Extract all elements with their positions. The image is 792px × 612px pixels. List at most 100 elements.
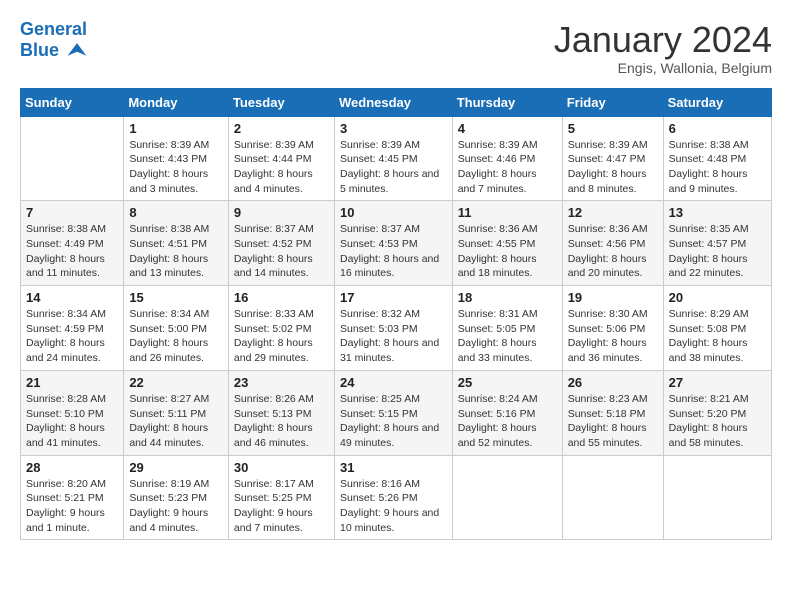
day-info: Sunrise: 8:27 AMSunset: 5:11 PMDaylight:…: [129, 392, 223, 451]
calendar-cell: 22 Sunrise: 8:27 AMSunset: 5:11 PMDayligh…: [124, 370, 229, 455]
calendar-cell: 1 Sunrise: 8:39 AMSunset: 4:43 PMDaylight…: [124, 116, 229, 201]
day-info: Sunrise: 8:34 AMSunset: 5:00 PMDaylight:…: [129, 307, 223, 366]
day-number: 31: [340, 460, 447, 475]
logo-blue-text: Blue: [20, 40, 59, 60]
day-info: Sunrise: 8:39 AMSunset: 4:44 PMDaylight:…: [234, 138, 329, 197]
day-info: Sunrise: 8:21 AMSunset: 5:20 PMDaylight:…: [669, 392, 766, 451]
logo-text: General: [20, 20, 88, 40]
day-info: Sunrise: 8:36 AMSunset: 4:55 PMDaylight:…: [458, 222, 557, 281]
calendar-table: SundayMondayTuesdayWednesdayThursdayFrid…: [20, 88, 772, 541]
day-info: Sunrise: 8:20 AMSunset: 5:21 PMDaylight:…: [26, 477, 118, 536]
day-info: Sunrise: 8:29 AMSunset: 5:08 PMDaylight:…: [669, 307, 766, 366]
calendar-cell: 25Sunrise: 8:24 AMSunset: 5:16 PMDayligh…: [452, 370, 562, 455]
day-number: 4: [458, 121, 557, 136]
day-number: 23: [234, 375, 329, 390]
day-info: Sunrise: 8:23 AMSunset: 5:18 PMDaylight:…: [568, 392, 658, 451]
day-info: Sunrise: 8:19 AMSunset: 5:23 PMDaylight:…: [129, 477, 223, 536]
day-info: Sunrise: 8:39 AMSunset: 4:45 PMDaylight:…: [340, 138, 447, 197]
calendar-cell: 13 Sunrise: 8:35 AMSunset: 4:57 PMDayligh…: [663, 201, 771, 286]
day-info: Sunrise: 8:33 AMSunset: 5:02 PMDaylight:…: [234, 307, 329, 366]
day-info: Sunrise: 8:39 AMSunset: 4:46 PMDaylight:…: [458, 138, 557, 197]
day-info: Sunrise: 8:17 AMSunset: 5:25 PMDaylight:…: [234, 477, 329, 536]
day-number: 5: [568, 121, 658, 136]
col-header-friday: Friday: [562, 88, 663, 116]
calendar-cell: 9 Sunrise: 8:37 AMSunset: 4:52 PMDaylight…: [228, 201, 334, 286]
day-info: Sunrise: 8:38 AMSunset: 4:49 PMDaylight:…: [26, 222, 118, 281]
calendar-cell: 12 Sunrise: 8:36 AMSunset: 4:56 PMDayligh…: [562, 201, 663, 286]
day-number: 13: [669, 205, 766, 220]
day-number: 21: [26, 375, 118, 390]
calendar-cell: [21, 116, 124, 201]
calendar-cell: 4 Sunrise: 8:39 AMSunset: 4:46 PMDaylight…: [452, 116, 562, 201]
day-number: 27: [669, 375, 766, 390]
day-number: 25: [458, 375, 557, 390]
col-header-saturday: Saturday: [663, 88, 771, 116]
calendar-cell: 14 Sunrise: 8:34 AMSunset: 4:59 PMDayligh…: [21, 286, 124, 371]
calendar-cell: 29Sunrise: 8:19 AMSunset: 5:23 PMDayligh…: [124, 455, 229, 540]
calendar-cell: [562, 455, 663, 540]
calendar-cell: 20 Sunrise: 8:29 AMSunset: 5:08 PMDayligh…: [663, 286, 771, 371]
logo-bird-icon: [66, 40, 88, 62]
day-info: Sunrise: 8:37 AMSunset: 4:53 PMDaylight:…: [340, 222, 447, 281]
calendar-week-row: 21 Sunrise: 8:28 AMSunset: 5:10 PMDayligh…: [21, 370, 772, 455]
day-info: Sunrise: 8:34 AMSunset: 4:59 PMDaylight:…: [26, 307, 118, 366]
day-number: 24: [340, 375, 447, 390]
day-number: 17: [340, 290, 447, 305]
calendar-cell: 19Sunrise: 8:30 AMSunset: 5:06 PMDayligh…: [562, 286, 663, 371]
calendar-cell: 15Sunrise: 8:34 AMSunset: 5:00 PMDayligh…: [124, 286, 229, 371]
day-number: 9: [234, 205, 329, 220]
calendar-cell: 2 Sunrise: 8:39 AMSunset: 4:44 PMDaylight…: [228, 116, 334, 201]
logo-general: General: [20, 19, 87, 39]
day-info: Sunrise: 8:16 AMSunset: 5:26 PMDaylight:…: [340, 477, 447, 536]
col-header-wednesday: Wednesday: [334, 88, 452, 116]
col-header-tuesday: Tuesday: [228, 88, 334, 116]
day-number: 8: [129, 205, 223, 220]
calendar-cell: 31 Sunrise: 8:16 AMSunset: 5:26 PMDayligh…: [334, 455, 452, 540]
day-info: Sunrise: 8:28 AMSunset: 5:10 PMDaylight:…: [26, 392, 118, 451]
page-header: General Blue January 2024 Engis, Walloni…: [20, 20, 772, 76]
calendar-cell: 21 Sunrise: 8:28 AMSunset: 5:10 PMDayligh…: [21, 370, 124, 455]
day-number: 11: [458, 205, 557, 220]
day-info: Sunrise: 8:36 AMSunset: 4:56 PMDaylight:…: [568, 222, 658, 281]
day-number: 22: [129, 375, 223, 390]
day-number: 14: [26, 290, 118, 305]
calendar-cell: 28 Sunrise: 8:20 AMSunset: 5:21 PMDayligh…: [21, 455, 124, 540]
day-info: Sunrise: 8:37 AMSunset: 4:52 PMDaylight:…: [234, 222, 329, 281]
day-number: 10: [340, 205, 447, 220]
calendar-cell: 8 Sunrise: 8:38 AMSunset: 4:51 PMDaylight…: [124, 201, 229, 286]
calendar-cell: 18Sunrise: 8:31 AMSunset: 5:05 PMDayligh…: [452, 286, 562, 371]
day-info: Sunrise: 8:25 AMSunset: 5:15 PMDaylight:…: [340, 392, 447, 451]
month-title: January 2024: [554, 20, 772, 60]
location-subtitle: Engis, Wallonia, Belgium: [554, 60, 772, 76]
day-info: Sunrise: 8:35 AMSunset: 4:57 PMDaylight:…: [669, 222, 766, 281]
logo: General Blue: [20, 20, 88, 62]
calendar-cell: 10 Sunrise: 8:37 AMSunset: 4:53 PMDayligh…: [334, 201, 452, 286]
day-number: 1: [129, 121, 223, 136]
day-info: Sunrise: 8:38 AMSunset: 4:51 PMDaylight:…: [129, 222, 223, 281]
day-info: Sunrise: 8:39 AMSunset: 4:47 PMDaylight:…: [568, 138, 658, 197]
day-number: 28: [26, 460, 118, 475]
day-number: 7: [26, 205, 118, 220]
calendar-cell: 27 Sunrise: 8:21 AMSunset: 5:20 PMDayligh…: [663, 370, 771, 455]
calendar-cell: 24 Sunrise: 8:25 AMSunset: 5:15 PMDayligh…: [334, 370, 452, 455]
day-number: 16: [234, 290, 329, 305]
col-header-thursday: Thursday: [452, 88, 562, 116]
calendar-week-row: 28 Sunrise: 8:20 AMSunset: 5:21 PMDayligh…: [21, 455, 772, 540]
day-info: Sunrise: 8:39 AMSunset: 4:43 PMDaylight:…: [129, 138, 223, 197]
calendar-week-row: 1 Sunrise: 8:39 AMSunset: 4:43 PMDaylight…: [21, 116, 772, 201]
calendar-cell: 3Sunrise: 8:39 AMSunset: 4:45 PMDaylight…: [334, 116, 452, 201]
calendar-cell: 6 Sunrise: 8:38 AMSunset: 4:48 PMDaylight…: [663, 116, 771, 201]
col-header-sunday: Sunday: [21, 88, 124, 116]
day-number: 18: [458, 290, 557, 305]
day-number: 26: [568, 375, 658, 390]
day-info: Sunrise: 8:26 AMSunset: 5:13 PMDaylight:…: [234, 392, 329, 451]
calendar-header-row: SundayMondayTuesdayWednesdayThursdayFrid…: [21, 88, 772, 116]
day-number: 19: [568, 290, 658, 305]
day-info: Sunrise: 8:38 AMSunset: 4:48 PMDaylight:…: [669, 138, 766, 197]
calendar-cell: 11 Sunrise: 8:36 AMSunset: 4:55 PMDayligh…: [452, 201, 562, 286]
day-number: 12: [568, 205, 658, 220]
col-header-monday: Monday: [124, 88, 229, 116]
day-number: 20: [669, 290, 766, 305]
day-number: 6: [669, 121, 766, 136]
day-number: 2: [234, 121, 329, 136]
